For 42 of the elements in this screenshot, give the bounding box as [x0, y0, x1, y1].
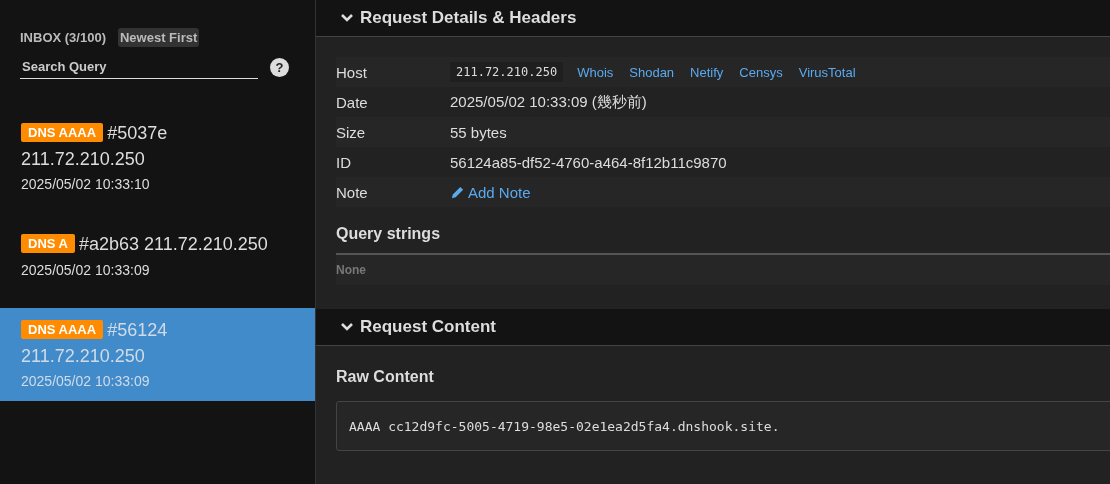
help-icon[interactable]: ?: [270, 57, 289, 77]
type-tag: DNS A: [21, 234, 75, 253]
request-ip: 211.72.210.250: [144, 234, 268, 254]
detail-label: Note: [336, 183, 369, 201]
detail-label: Date: [336, 93, 369, 111]
lookup-link[interactable]: Censys: [739, 64, 783, 80]
pencil-icon: [450, 184, 465, 200]
request-ip: 211.72.210.250: [21, 346, 145, 366]
section-header[interactable]: Request Details & Headers: [316, 0, 1110, 37]
raw-content-title: Raw Content: [336, 368, 435, 386]
detail-value: 56124a85-df52-4760-a464-8f12b11c9870: [450, 153, 727, 171]
type-tag: DNS AAAA: [21, 123, 104, 142]
request-id: #5037e: [107, 123, 168, 143]
host-value: 211.72.210.250: [450, 62, 564, 82]
request-id: #56124: [107, 320, 168, 340]
detail-value: 55 bytes: [450, 123, 507, 141]
request-time: 2025/05/02 10:33:09: [21, 262, 151, 278]
type-tag: DNS AAAA: [21, 320, 104, 339]
lookup-link[interactable]: VirusTotal: [798, 64, 856, 80]
detail-label: Size: [336, 123, 367, 141]
query-strings-title: Query strings: [336, 225, 442, 243]
request-time: 2025/05/02 10:33:09: [21, 373, 151, 389]
raw-content: AAAA cc12d9fc-5005-4719-98e5-02e1ea2d5fa4.dnshook.site.: [336, 401, 1110, 451]
section-header[interactable]: Request Content: [316, 309, 1110, 346]
chevron-icon[interactable]: [340, 322, 354, 332]
search-field[interactable]: Search Query: [20, 55, 258, 79]
sort-button[interactable]: Newest First: [118, 28, 200, 47]
request-time: 2025/05/02 10:33:10: [21, 176, 151, 192]
detail-value: 2025/05/02 10:33:09 (幾秒前): [450, 92, 647, 112]
section-title: Request Details & Headers: [360, 8, 577, 28]
empty-text: None: [336, 255, 1110, 285]
lookup-link[interactable]: Shodan: [629, 64, 675, 80]
lookup-link[interactable]: Netify: [690, 64, 724, 80]
add-note-link[interactable]: Add Note: [450, 183, 531, 201]
section-title: Request Content: [360, 317, 496, 337]
inbox-label: INBOX (3/100): [20, 30, 106, 45]
detail-label: ID: [336, 153, 352, 171]
request-ip: 211.72.210.250: [21, 149, 145, 169]
request-id: #a2b63: [78, 234, 140, 254]
chevron-icon[interactable]: [340, 13, 354, 23]
detail-label: Host: [336, 63, 368, 81]
lookup-link[interactable]: Whois: [577, 64, 614, 80]
